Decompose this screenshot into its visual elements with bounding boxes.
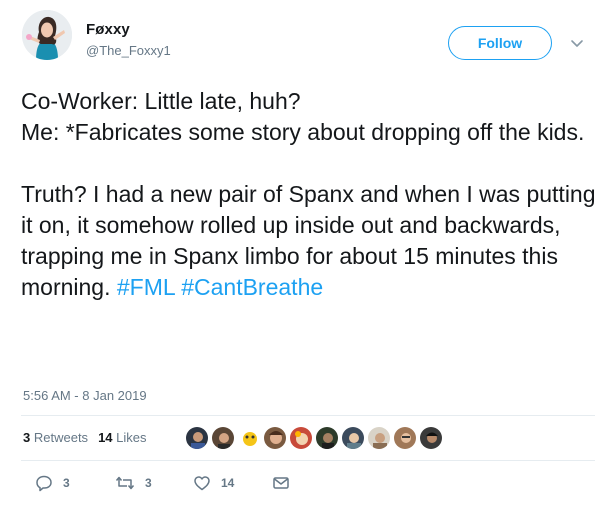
tweet-timestamp[interactable]: 5:56 AM - 8 Jan 2019 bbox=[23, 388, 147, 403]
author-avatar[interactable] bbox=[22, 10, 72, 60]
retweets-label: Retweets bbox=[33, 430, 89, 445]
liker-avatar[interactable] bbox=[341, 426, 365, 450]
liker-avatar[interactable] bbox=[185, 426, 209, 450]
like-count: 14 bbox=[221, 476, 235, 490]
tweet-line: Me: *Fabricates some story about droppin… bbox=[21, 119, 585, 145]
author-display-name[interactable]: Føxxy bbox=[86, 21, 130, 38]
tweet-paragraph: Truth? I had a new pair of Spanx and whe… bbox=[21, 179, 601, 303]
reply-count: 3 bbox=[63, 476, 70, 490]
retweet-action[interactable]: 3 bbox=[115, 474, 152, 492]
liker-avatar[interactable] bbox=[211, 426, 235, 450]
message-icon bbox=[273, 477, 289, 489]
liker-avatar[interactable] bbox=[289, 426, 313, 450]
reply-icon bbox=[36, 475, 52, 492]
liker-avatar[interactable] bbox=[367, 426, 391, 450]
retweets-stat[interactable]: 3 Retweets bbox=[23, 430, 88, 445]
tweet-line: Co-Worker: Little late, huh? bbox=[21, 88, 301, 114]
caret-down-icon[interactable] bbox=[570, 36, 584, 50]
divider bbox=[21, 415, 595, 416]
engagement-stats: 3 Retweets 14 Likes bbox=[23, 430, 147, 445]
liker-avatar[interactable] bbox=[263, 426, 287, 450]
follow-button[interactable]: Follow bbox=[448, 26, 552, 60]
hashtag-cantbreathe[interactable]: #CantBreathe bbox=[181, 274, 323, 300]
liker-avatar[interactable] bbox=[237, 426, 261, 450]
retweets-count: 3 bbox=[23, 430, 31, 445]
likes-stat[interactable]: 14 Likes bbox=[98, 430, 146, 445]
liker-avatar[interactable] bbox=[315, 426, 339, 450]
retweet-icon bbox=[115, 476, 135, 490]
reply-action[interactable]: 3 bbox=[35, 474, 70, 492]
tweet-card: Føxxy @The_Foxxy1 Follow Co-Worker: Litt… bbox=[0, 0, 615, 513]
likes-label: Likes bbox=[116, 430, 147, 445]
author-handle[interactable]: @The_Foxxy1 bbox=[86, 43, 171, 58]
like-action[interactable]: 14 bbox=[193, 474, 234, 492]
heart-icon bbox=[194, 476, 210, 491]
liker-avatar[interactable] bbox=[393, 426, 417, 450]
divider bbox=[21, 460, 595, 461]
retweet-count: 3 bbox=[145, 476, 152, 490]
liker-avatar[interactable] bbox=[419, 426, 443, 450]
likes-count: 14 bbox=[98, 430, 113, 445]
direct-message-action[interactable] bbox=[272, 474, 290, 492]
tweet-text: Co-Worker: Little late, huh? Me: *Fabric… bbox=[21, 86, 601, 303]
hashtag-fml[interactable]: #FML bbox=[117, 274, 175, 300]
